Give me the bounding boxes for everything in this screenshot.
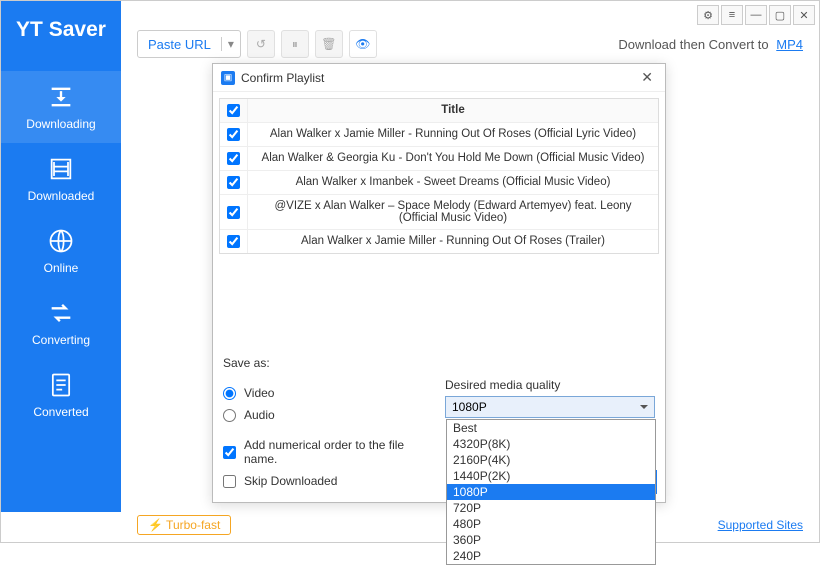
table-row: @VIZE x Alan Walker – Space Melody (Edwa… [220,195,658,230]
table-header-row: Title [220,99,658,123]
document-icon [47,371,75,399]
confirm-playlist-modal: ▣ Confirm Playlist ✕ Title Alan Walker x… [212,63,666,503]
quality-option[interactable]: 2160P(4K) [447,452,655,468]
row-title: Alan Walker x Jamie Miller - Running Out… [248,230,658,253]
quality-option[interactable]: Best [447,420,655,436]
sidebar-item-converted[interactable]: Converted [1,359,121,431]
eye-icon[interactable]: 👁 [349,30,377,58]
window-controls: ⚙ ≡ — ▢ ✕ [121,1,819,25]
row-checkbox[interactable] [227,128,240,141]
table-row: Alan Walker x Imanbek - Sweet Dreams (Of… [220,171,658,195]
download-convert-label: Download then Convert to MP4 [618,37,803,52]
sidebar-item-converting[interactable]: Converting [1,287,121,359]
table-row: Alan Walker x Jamie Miller - Running Out… [220,230,658,253]
skip-downloaded-checkbox[interactable]: Skip Downloaded [223,474,415,488]
quality-select[interactable]: 1080P Best 4320P(8K) 2160P(4K) 1440P(2K)… [445,396,655,418]
row-title: Alan Walker x Imanbek - Sweet Dreams (Of… [248,171,658,194]
modal-close-button[interactable]: ✕ [637,69,657,86]
table-row: Alan Walker x Jamie Miller - Running Out… [220,123,658,147]
row-checkbox[interactable] [227,152,240,165]
film-icon [47,155,75,183]
settings-icon[interactable]: ⚙ [697,5,719,25]
supported-sites-link[interactable]: Supported Sites [718,518,803,532]
quality-option[interactable]: 240P [447,548,655,564]
save-as-video-radio[interactable]: Video [223,386,415,400]
quality-option[interactable]: 480P [447,516,655,532]
convert-icon [47,299,75,327]
convert-format-link[interactable]: MP4 [776,37,803,52]
quality-label: Desired media quality [445,378,655,392]
undo-icon[interactable]: ↺ [247,30,275,58]
minimize-icon[interactable]: — [745,5,767,25]
quality-option[interactable]: 1080P [447,484,655,500]
modal-icon: ▣ [221,71,235,85]
paste-url-button[interactable]: Paste URL ▾ [137,30,241,58]
close-icon[interactable]: ✕ [793,5,815,25]
numerical-order-checkbox[interactable]: Add numerical order to the file name. [223,438,415,466]
playlist-table: Title Alan Walker x Jamie Miller - Runni… [219,98,659,254]
sidebar-item-online[interactable]: Online [1,215,121,287]
row-checkbox[interactable] [227,235,240,248]
turbo-fast-button[interactable]: ⚡ Turbo-fast [137,515,231,535]
download-icon [47,83,75,111]
sidebar-item-downloading[interactable]: Downloading [1,71,121,143]
table-header-title: Title [248,99,658,122]
sidebar-item-label: Downloaded [28,189,95,203]
quality-option[interactable]: 4320P(8K) [447,436,655,452]
titlebar: YT Saver ⚙ ≡ — ▢ ✕ Paste URL ▾ ↺ ⏸ 🗑 👁 D… [1,1,819,59]
menu-icon[interactable]: ≡ [721,5,743,25]
row-checkbox[interactable] [227,206,240,219]
maximize-icon[interactable]: ▢ [769,5,791,25]
table-row: Alan Walker & Georgia Ku - Don't You Hol… [220,147,658,171]
sidebar: Downloading Downloaded Online Converting… [1,59,121,512]
trash-icon[interactable]: 🗑 [315,30,343,58]
sidebar-item-label: Converting [32,333,90,347]
globe-icon [47,227,75,255]
quality-option[interactable]: 720P [447,500,655,516]
sidebar-item-downloaded[interactable]: Downloaded [1,143,121,215]
pause-icon[interactable]: ⏸ [281,30,309,58]
select-all-checkbox[interactable] [227,104,240,117]
save-as-audio-radio[interactable]: Audio [223,408,415,422]
modal-title-text: Confirm Playlist [241,71,324,85]
row-title: @VIZE x Alan Walker – Space Melody (Edwa… [248,195,658,229]
app-logo: YT Saver [1,1,121,59]
sidebar-item-label: Online [44,261,79,275]
row-title: Alan Walker x Jamie Miller - Running Out… [248,123,658,146]
row-title: Alan Walker & Georgia Ku - Don't You Hol… [248,147,658,170]
quality-option[interactable]: 1440P(2K) [447,468,655,484]
row-checkbox[interactable] [227,176,240,189]
quality-option[interactable]: 360P [447,532,655,548]
sidebar-item-label: Converted [33,405,88,419]
sidebar-item-label: Downloading [26,117,95,131]
quality-dropdown-list: Best 4320P(8K) 2160P(4K) 1440P(2K) 1080P… [446,419,656,565]
footer: ⚡ Turbo-fast Supported Sites [1,512,819,542]
paste-url-dropdown-icon[interactable]: ▾ [221,37,240,51]
save-as-label: Save as: [223,356,655,370]
